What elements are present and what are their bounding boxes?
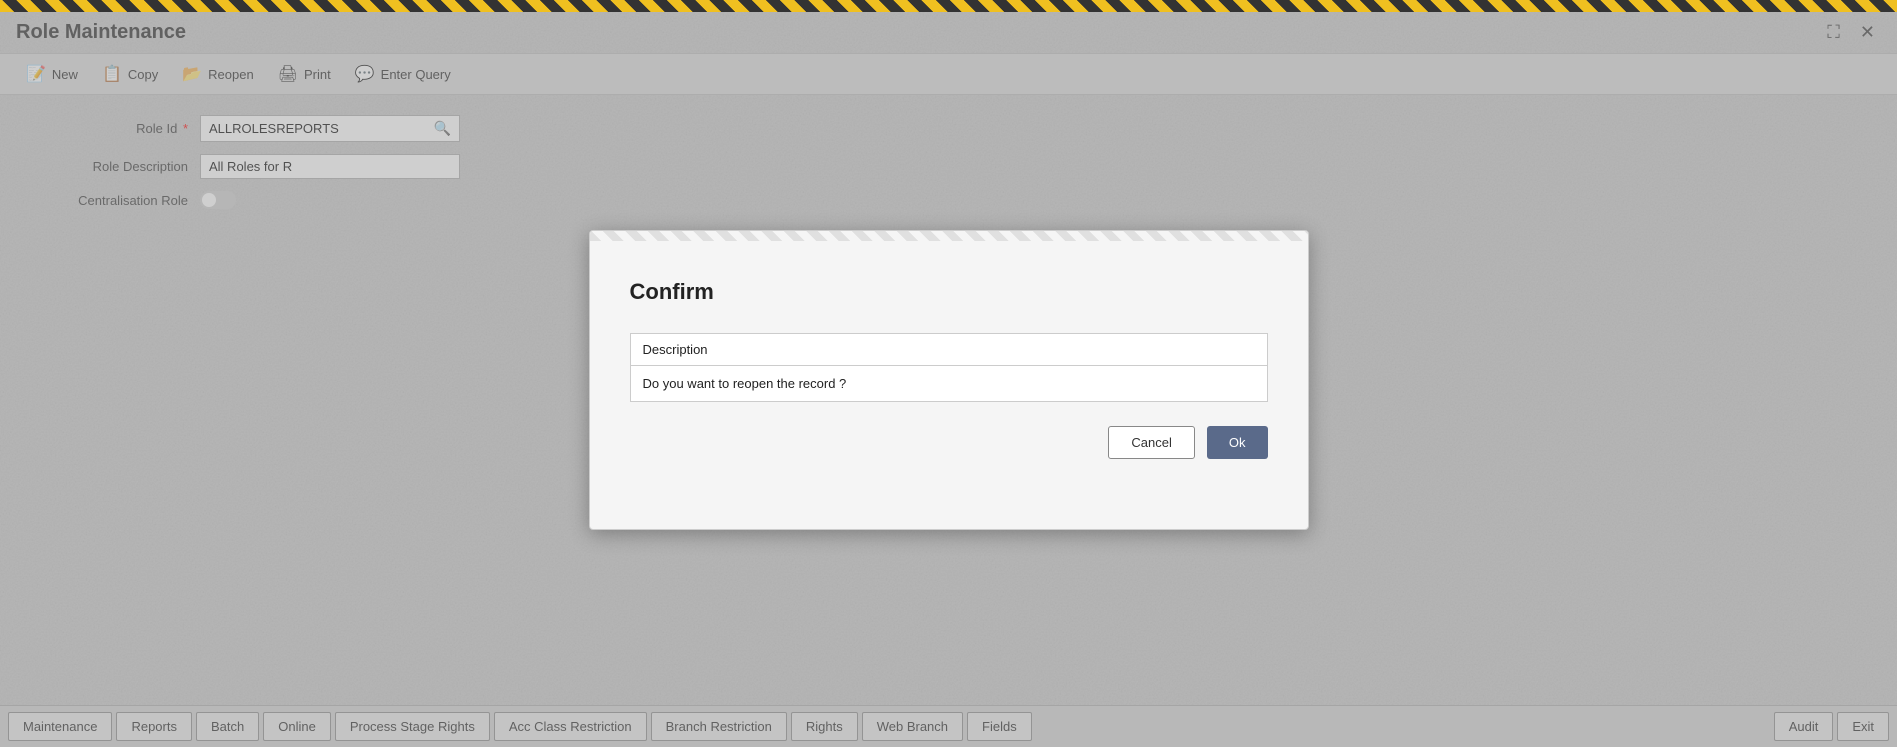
modal-message: Do you want to reopen the record ? — [630, 365, 1267, 401]
modal-table: Description Do you want to reopen the re… — [630, 333, 1268, 402]
main-window: Role Maintenance ⛶ ✕ 📝 New 📋 Copy 📂 Reop… — [0, 12, 1897, 747]
modal-actions: Cancel Ok — [630, 426, 1268, 459]
modal-overlay: Confirm Description Do you want to reope… — [0, 12, 1897, 747]
cancel-button[interactable]: Cancel — [1108, 426, 1194, 459]
construction-bar — [0, 0, 1897, 12]
confirm-dialog: Confirm Description Do you want to reope… — [589, 230, 1309, 530]
ok-button[interactable]: Ok — [1207, 426, 1268, 459]
modal-title: Confirm — [630, 279, 1268, 305]
modal-table-header: Description — [630, 333, 1267, 365]
